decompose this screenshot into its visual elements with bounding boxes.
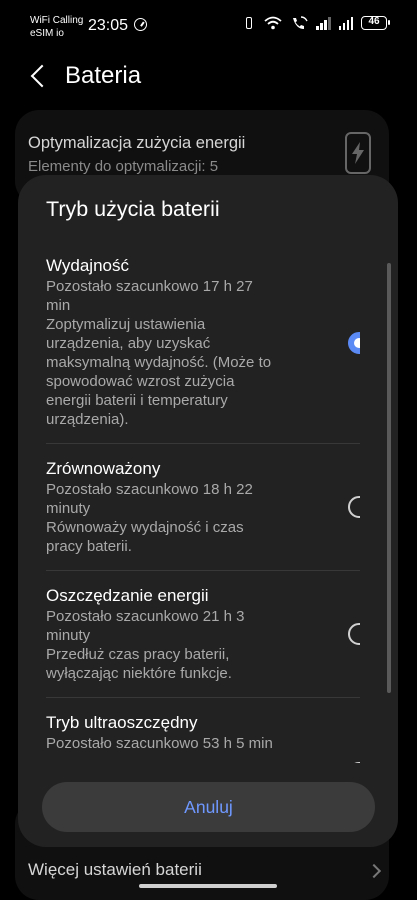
option-description: Zoptymalizuj ustawienia urządzenia, aby … xyxy=(46,316,272,428)
option-name: Zrównoważony xyxy=(46,459,161,478)
power-optimization-title: Optymalizacja zużycia energii xyxy=(28,134,246,152)
cancel-button[interactable]: Anuluj xyxy=(42,782,375,832)
power-optimization-subtitle: Elementy do optymalizacji: 5 xyxy=(28,158,219,175)
radio-button[interactable] xyxy=(348,496,360,518)
option-name: Oszczędzanie energii xyxy=(46,586,209,605)
chevron-right-icon xyxy=(366,863,382,879)
carrier-info: WiFi Calling eSIM io xyxy=(30,14,83,40)
option-time-estimate: Pozostało szacunkowo 18 h 22 minuty xyxy=(46,481,253,517)
option-performance[interactable]: Wydajność Pozostało szacunkowo 17 h 27 m… xyxy=(46,255,360,444)
option-description: Przedłuż czas pracy baterii, wyłączając … xyxy=(46,646,232,682)
page-title: Bateria xyxy=(65,62,142,89)
radio-button[interactable] xyxy=(348,762,360,763)
battery-mode-list[interactable]: Wydajność Pozostało szacunkowo 17 h 27 m… xyxy=(46,255,360,763)
carrier-line-2: eSIM io xyxy=(30,28,64,39)
status-bar: WiFi Calling eSIM io 23:05 46 xyxy=(0,0,417,52)
option-name: Wydajność xyxy=(46,256,129,275)
option-power-saving[interactable]: Oszczędzanie energii Pozostało szacunkow… xyxy=(46,585,360,698)
wifi-icon xyxy=(264,16,282,30)
chevron-left-icon[interactable] xyxy=(30,64,54,88)
wifi-calling-icon xyxy=(293,16,308,29)
vibrate-icon xyxy=(242,16,256,30)
option-name: Tryb ultraoszczędny xyxy=(46,713,198,732)
signal-icon xyxy=(316,16,331,30)
radio-button-selected[interactable] xyxy=(348,332,360,354)
option-time-estimate: Pozostało szacunkowo 21 h 3 minuty xyxy=(46,608,245,644)
option-balanced[interactable]: Zrównoważony Pozostało szacunkowo 18 h 2… xyxy=(46,458,360,571)
option-time-estimate: Pozostało szacunkowo 53 h 5 min xyxy=(46,735,273,752)
option-description: Równoważy wydajność i czas pracy baterii… xyxy=(46,519,244,555)
battery-icon: 46 xyxy=(361,16,390,30)
home-indicator[interactable] xyxy=(139,884,277,888)
status-icons: 46 xyxy=(242,16,390,30)
battery-bolt-icon xyxy=(345,132,371,174)
app-header: Bateria xyxy=(0,58,417,98)
radio-button[interactable] xyxy=(348,623,360,645)
scrollbar[interactable] xyxy=(387,263,391,693)
dialog-title: Tryb użycia baterii xyxy=(46,197,220,221)
option-ultra-saving[interactable]: Tryb ultraoszczędny Pozostało szacunkowo… xyxy=(46,712,360,763)
battery-mode-dialog: Tryb użycia baterii Wydajność Pozostało … xyxy=(18,175,398,847)
status-time: 23:05 xyxy=(88,17,129,34)
carrier-line-1: WiFi Calling xyxy=(30,15,84,26)
option-time-estimate: Pozostało szacunkowo 17 h 27 min xyxy=(46,278,253,314)
more-battery-settings-label: Więcej ustawień baterii xyxy=(28,860,202,879)
timer-icon xyxy=(134,18,147,31)
signal-icon xyxy=(338,16,353,30)
